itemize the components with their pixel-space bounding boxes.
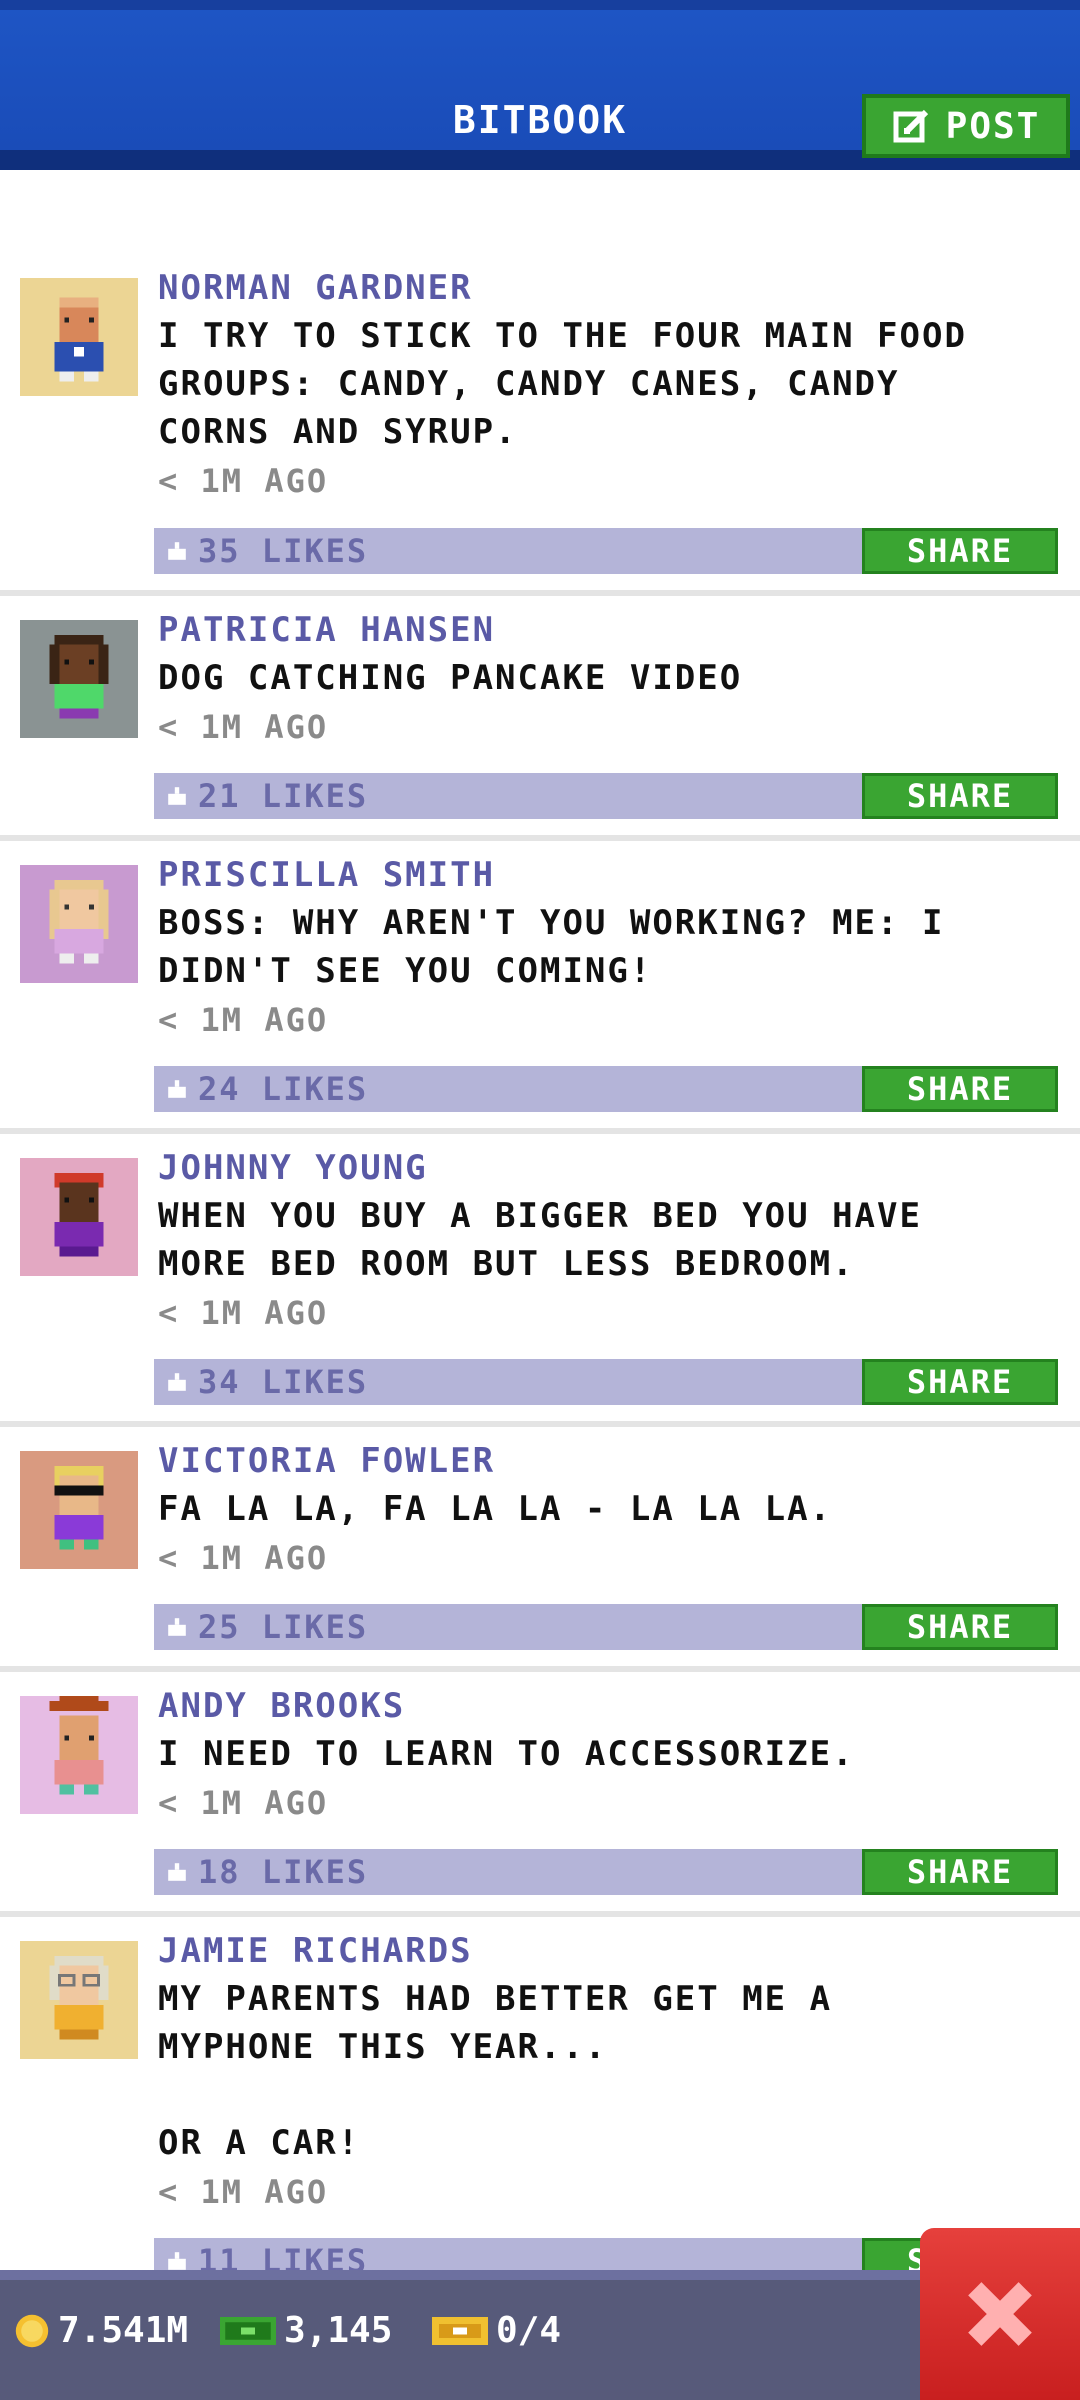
avatar bbox=[20, 278, 138, 396]
avatar bbox=[20, 865, 138, 983]
avatar bbox=[20, 1696, 138, 1814]
share-button[interactable]: SHARE bbox=[862, 1359, 1058, 1405]
post-time: < 1M AGO bbox=[158, 1294, 329, 1332]
tickets-value: 0/4 bbox=[496, 2310, 562, 2351]
share-button[interactable]: SHARE bbox=[862, 1066, 1058, 1112]
share-button[interactable]: SHARE bbox=[862, 1849, 1058, 1895]
like-icon bbox=[168, 2252, 186, 2270]
likes-count: 18 LIKES bbox=[198, 1853, 369, 1891]
coins-value: 7.541M bbox=[58, 2310, 189, 2351]
share-button[interactable]: SHARE bbox=[862, 1604, 1058, 1650]
avatar bbox=[20, 1158, 138, 1276]
post-time: < 1M AGO bbox=[158, 1539, 329, 1577]
post-button-label: POST bbox=[945, 105, 1041, 147]
divider bbox=[0, 835, 1080, 841]
bar-edge bbox=[0, 2270, 1080, 2280]
avatar bbox=[20, 620, 138, 738]
likes-count: 35 LIKES bbox=[198, 532, 369, 570]
post-text: I NEED TO LEARN TO ACCESSORIZE. bbox=[158, 1734, 855, 1774]
poster-name[interactable]: JOHNNY YOUNG bbox=[158, 1148, 428, 1188]
likes-count: 11 LIKES bbox=[198, 2242, 369, 2270]
likes-bar[interactable]: 25 LIKES bbox=[154, 1604, 862, 1650]
poster-name[interactable]: PATRICIA HANSEN bbox=[158, 610, 495, 650]
share-button[interactable]: SHARE bbox=[862, 528, 1058, 574]
divider bbox=[0, 590, 1080, 596]
post-text: MY PARENTS HAD BETTER GET ME A MYPHONE T… bbox=[158, 1979, 833, 2163]
post-time: < 1M AGO bbox=[158, 2173, 329, 2211]
likes-bar[interactable]: 34 LIKES bbox=[154, 1359, 862, 1405]
close-icon bbox=[968, 2282, 1032, 2346]
likes-count: 25 LIKES bbox=[198, 1608, 369, 1646]
like-icon bbox=[168, 542, 186, 560]
share-button[interactable]: SHARE bbox=[862, 773, 1058, 819]
header-bar: BITBOOK POST bbox=[0, 0, 1080, 170]
likes-count: 34 LIKES bbox=[198, 1363, 369, 1401]
bux-value: 3,145 bbox=[284, 2310, 393, 2351]
poster-name[interactable]: ANDY BROOKS bbox=[158, 1686, 405, 1726]
poster-name[interactable]: JAMIE RICHARDS bbox=[158, 1931, 473, 1971]
currency-bar: 7.541M 3,145 0/4 bbox=[0, 2270, 1080, 2400]
like-icon bbox=[168, 1080, 186, 1098]
like-icon bbox=[168, 1863, 186, 1881]
poster-name[interactable]: NORMAN GARDNER bbox=[158, 268, 473, 308]
ticket-icon bbox=[432, 2316, 488, 2345]
avatar bbox=[20, 1941, 138, 2059]
bux-icon bbox=[220, 2316, 276, 2345]
post-button[interactable]: POST bbox=[862, 94, 1070, 158]
like-icon bbox=[168, 1618, 186, 1636]
feed[interactable]: NORMAN GARDNER I TRY TO STICK TO THE FOU… bbox=[0, 170, 1080, 2270]
post-time: < 1M AGO bbox=[158, 1784, 329, 1822]
likes-bar[interactable]: 18 LIKES bbox=[154, 1849, 862, 1895]
tickets-stat: 0/4 bbox=[432, 2310, 561, 2351]
coins-stat: 7.541M bbox=[14, 2310, 188, 2351]
likes-bar[interactable]: 21 LIKES bbox=[154, 773, 862, 819]
post-time: < 1M AGO bbox=[158, 1001, 329, 1039]
likes-count: 24 LIKES bbox=[198, 1070, 369, 1108]
post-text: I TRY TO STICK TO THE FOUR MAIN FOOD GRO… bbox=[158, 316, 967, 452]
post-time: < 1M AGO bbox=[158, 708, 329, 746]
likes-bar[interactable]: 11 LIKES bbox=[154, 2238, 862, 2270]
avatar bbox=[20, 1451, 138, 1569]
coin-icon bbox=[15, 2314, 49, 2347]
bux-stat: 3,145 bbox=[220, 2310, 392, 2351]
compose-icon bbox=[893, 109, 928, 143]
poster-name[interactable]: VICTORIA FOWLER bbox=[158, 1441, 495, 1481]
like-icon bbox=[168, 1373, 186, 1391]
post-text: WHEN YOU BUY A BIGGER BED YOU HAVE MORE … bbox=[158, 1196, 922, 1284]
post-text: DOG CATCHING PANCAKE VIDEO bbox=[158, 658, 743, 698]
post-time: < 1M AGO bbox=[158, 462, 329, 500]
post-text: BOSS: WHY AREN'T YOU WORKING? ME: I DIDN… bbox=[158, 903, 945, 991]
like-icon bbox=[168, 787, 186, 805]
divider bbox=[0, 1911, 1080, 1917]
post-text: FA LA LA, FA LA LA - LA LA LA. bbox=[158, 1489, 833, 1529]
likes-count: 21 LIKES bbox=[198, 777, 369, 815]
divider bbox=[0, 1421, 1080, 1427]
divider bbox=[0, 1666, 1080, 1672]
divider bbox=[0, 1128, 1080, 1134]
likes-bar[interactable]: 35 LIKES bbox=[154, 528, 862, 574]
close-button[interactable] bbox=[920, 2228, 1080, 2400]
likes-bar[interactable]: 24 LIKES bbox=[154, 1066, 862, 1112]
poster-name[interactable]: PRISCILLA SMITH bbox=[158, 855, 495, 895]
